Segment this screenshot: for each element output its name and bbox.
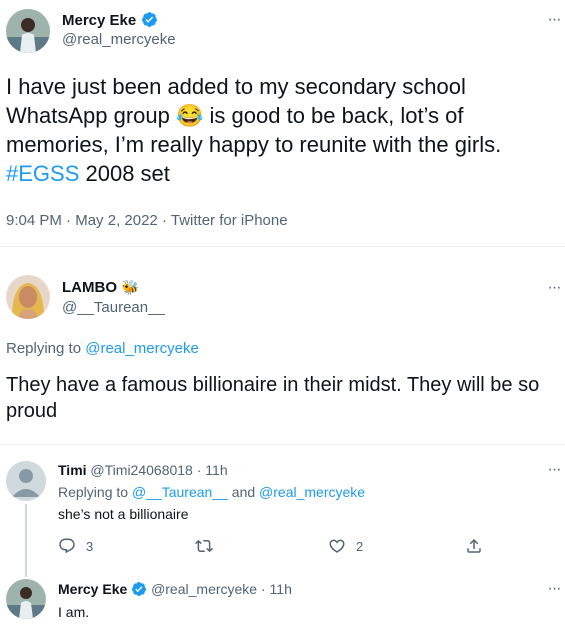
replying-label: Replying to bbox=[6, 340, 82, 357]
tweet-text: she’s not a billionaire bbox=[58, 506, 189, 522]
tweet-text-part: 2008 set bbox=[85, 161, 170, 186]
more-icon[interactable]: ··· bbox=[542, 577, 565, 601]
retweet-button[interactable] bbox=[195, 537, 213, 555]
display-name[interactable]: Timi bbox=[58, 462, 87, 478]
thread-line bbox=[25, 504, 27, 577]
reply-button[interactable]: 3 bbox=[58, 537, 93, 555]
avatar[interactable] bbox=[6, 9, 50, 53]
hashtag-link[interactable]: #EGSS bbox=[6, 161, 79, 186]
more-icon[interactable]: ··· bbox=[542, 8, 565, 32]
tweet-text: They have a famous billionaire in their … bbox=[6, 374, 540, 422]
display-name[interactable]: Mercy Eke bbox=[62, 12, 136, 29]
author-handle[interactable]: @Timi24068018 bbox=[90, 462, 192, 478]
tweet-time[interactable]: 11h bbox=[205, 462, 227, 478]
author-handle[interactable]: @real_mercyeke bbox=[62, 31, 176, 48]
avatar[interactable] bbox=[6, 461, 46, 501]
tweet-text: I have just been added to my secondary s… bbox=[6, 72, 546, 188]
tweet-source[interactable]: Twitter for iPhone bbox=[171, 212, 288, 229]
display-name[interactable]: Mercy Eke bbox=[58, 581, 127, 597]
reply-icon bbox=[59, 538, 75, 554]
share-icon bbox=[467, 538, 481, 553]
tweet-time[interactable]: 9:04 PM bbox=[6, 212, 62, 229]
verified-badge-icon bbox=[141, 12, 157, 27]
replying-label: Replying to bbox=[58, 484, 129, 500]
author-name-row: Mercy Eke bbox=[62, 11, 158, 30]
mention-link[interactable]: @real_mercyeke bbox=[85, 340, 199, 357]
tweet-text: I am. bbox=[58, 604, 90, 620]
author-name-row: LAMBO 🐝 bbox=[62, 279, 139, 297]
mention-link[interactable]: @__Taurean__ bbox=[132, 484, 228, 500]
author-name-row: Mercy Eke @real_mercyeke · 11h bbox=[58, 581, 292, 597]
like-count: 2 bbox=[356, 538, 364, 554]
like-button[interactable]: 2 bbox=[328, 537, 363, 555]
mention-link[interactable]: @real_mercyeke bbox=[259, 484, 365, 500]
avatar[interactable] bbox=[6, 579, 46, 619]
display-name[interactable]: LAMBO bbox=[62, 279, 117, 296]
more-icon[interactable]: ··· bbox=[542, 458, 565, 482]
tweet-date[interactable]: May 2, 2022 bbox=[75, 212, 158, 229]
author-name-row: Timi @Timi24068018 · 11h bbox=[58, 462, 228, 478]
tweet-meta: 9:04 PM · May 2, 2022 · Twitter for iPho… bbox=[6, 212, 288, 229]
retweet-icon bbox=[195, 539, 213, 553]
divider bbox=[0, 246, 565, 247]
author-handle[interactable]: @real_mercyeke bbox=[151, 581, 257, 597]
tweet-time[interactable]: 11h bbox=[270, 581, 292, 597]
verified-badge-icon bbox=[132, 582, 147, 596]
bee-emoji-icon: 🐝 bbox=[121, 279, 139, 295]
author-handle[interactable]: @__Taurean__ bbox=[62, 299, 165, 316]
replying-to: Replying to @real_mercyeke bbox=[6, 340, 199, 357]
heart-icon bbox=[329, 539, 345, 553]
laughing-emoji-icon: 😂 bbox=[176, 103, 204, 128]
separator: · bbox=[196, 462, 202, 478]
share-button[interactable] bbox=[465, 537, 483, 555]
avatar[interactable] bbox=[6, 275, 50, 319]
and-label: and bbox=[231, 484, 256, 500]
replying-to: Replying to @__Taurean__ and @real_mercy… bbox=[58, 484, 365, 500]
divider bbox=[0, 444, 565, 445]
reply-count: 3 bbox=[86, 538, 94, 554]
more-icon[interactable]: ··· bbox=[542, 276, 565, 300]
separator: · bbox=[161, 212, 167, 229]
separator: · bbox=[260, 581, 266, 597]
separator: · bbox=[66, 212, 72, 229]
